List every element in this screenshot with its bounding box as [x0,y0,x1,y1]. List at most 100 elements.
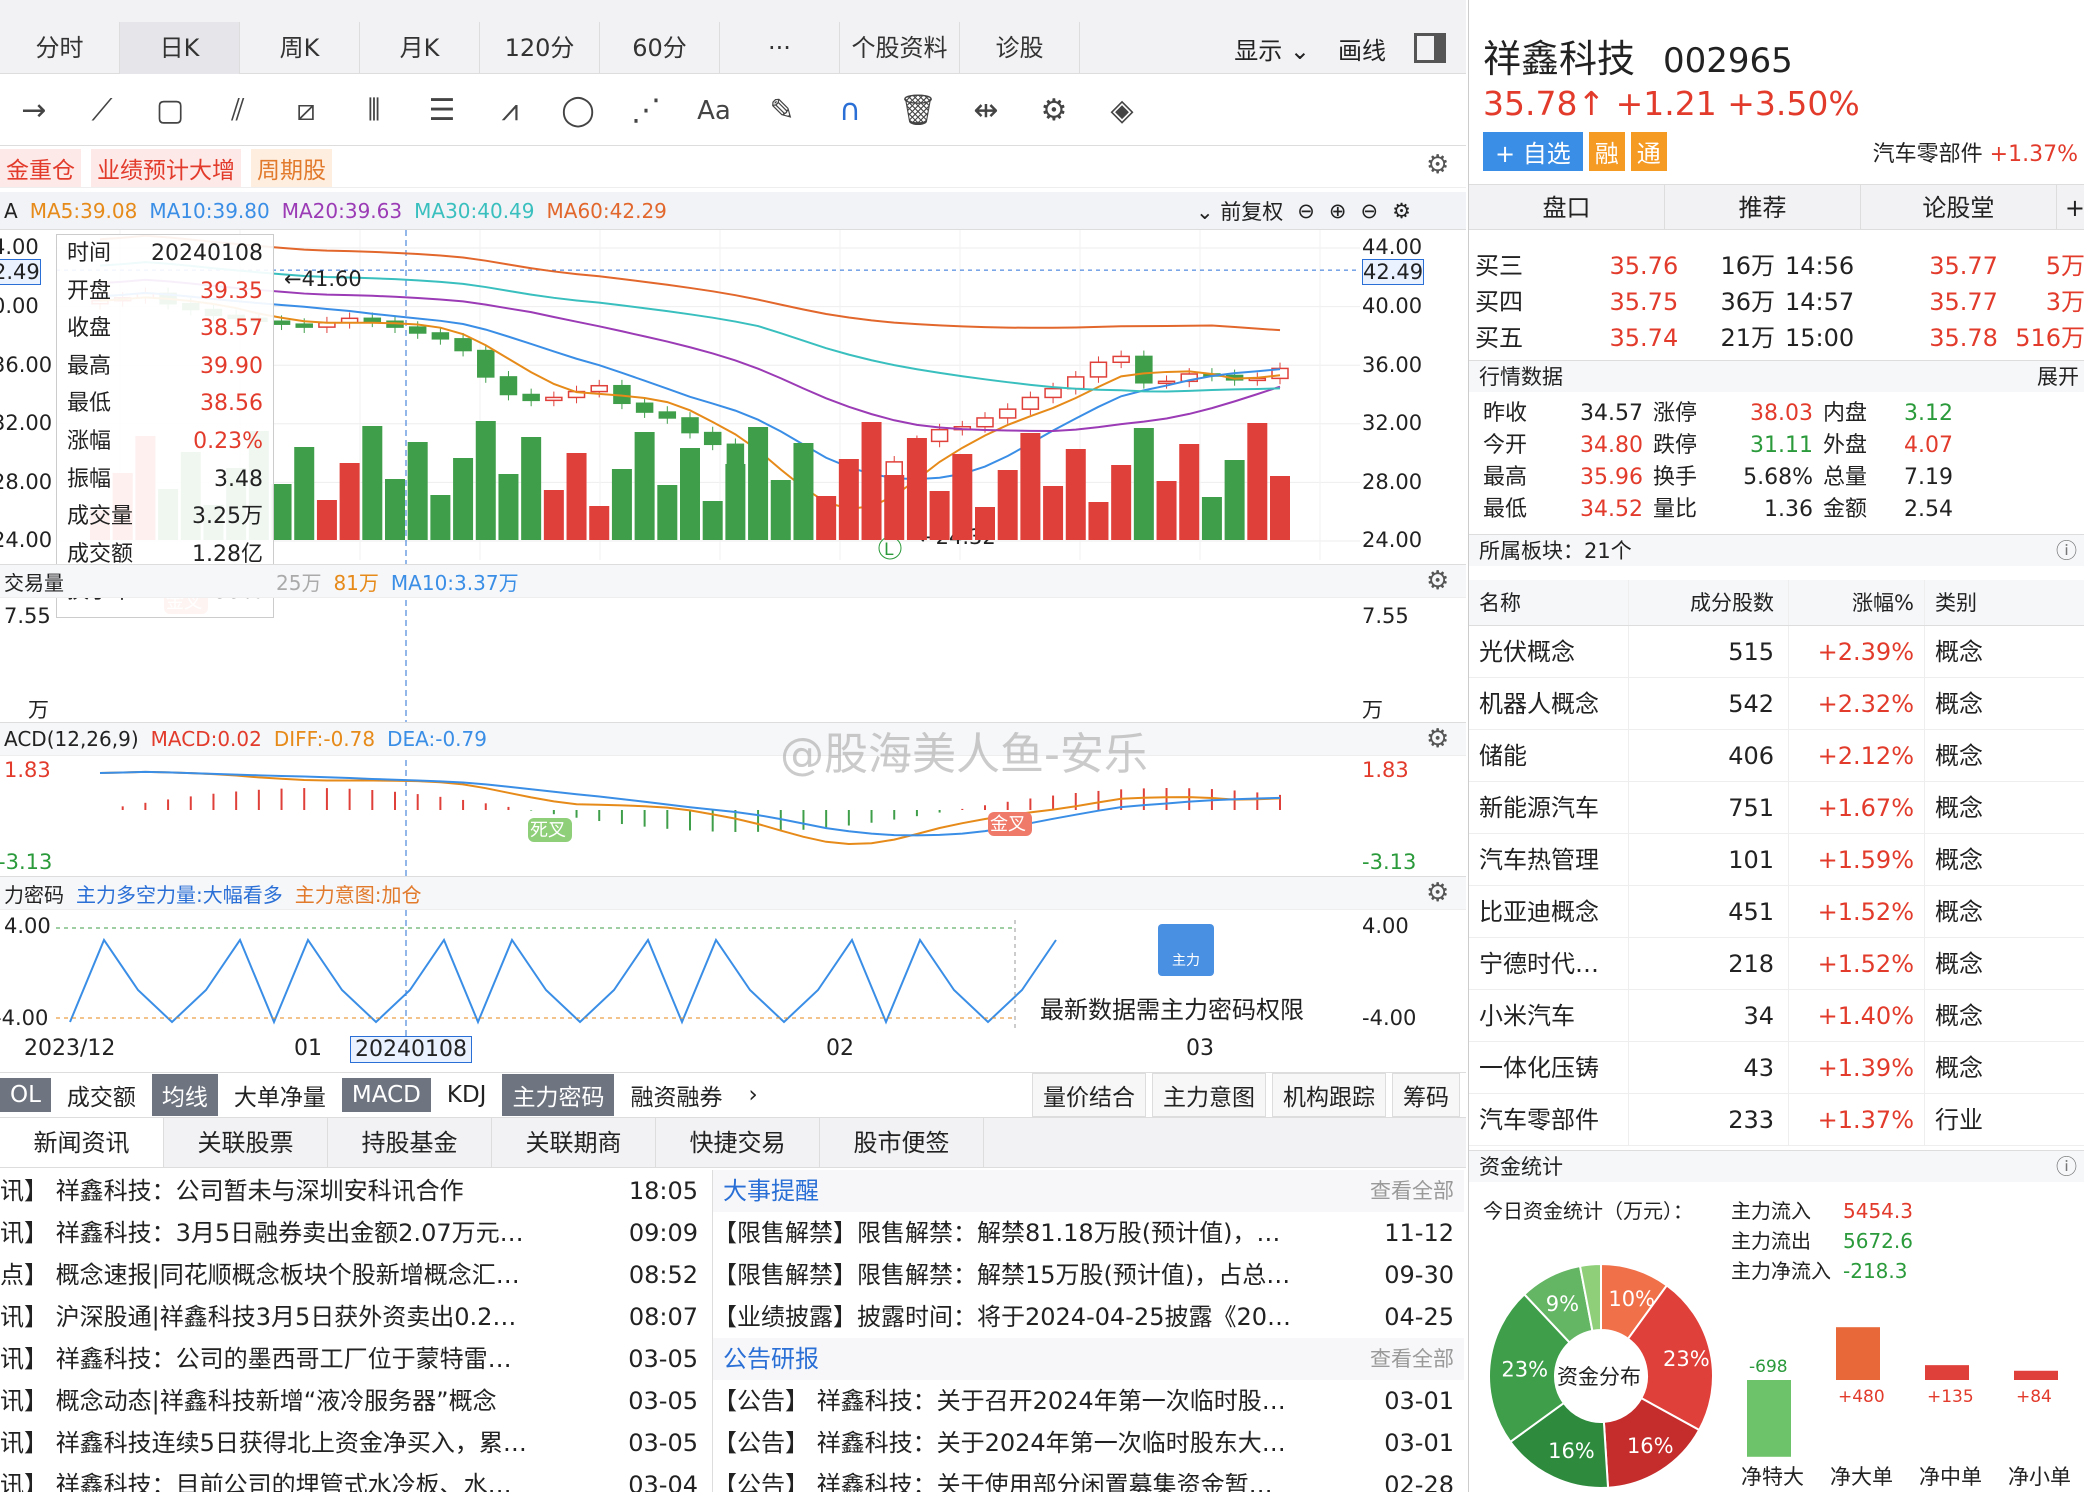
draw-button[interactable]: 画线 [1338,31,1386,66]
indicator-right-0[interactable]: 量价结合 [1032,1073,1146,1117]
tag-cyclical[interactable]: 周期股 [251,148,332,187]
expand-link[interactable]: 展开 [2037,361,2079,393]
news-tab-4[interactable]: 快捷交易 [656,1118,820,1167]
sector-row[interactable]: 储能 406 +2.12% 概念 [1469,730,2084,782]
info-icon[interactable]: ⓘ [2056,535,2077,567]
magnet-icon[interactable]: ∩ [816,81,884,141]
tag-earnings[interactable]: 业绩预计大增 [91,148,241,187]
sector-row[interactable]: 汽车零部件 233 +1.37% 行业 [1469,1094,2084,1146]
channel-tool-icon[interactable]: ⧄ [272,81,340,141]
news-item[interactable]: 讯】 沪深股通|祥鑫科技3月5日获外资卖出0.2… 08:07 [0,1296,708,1338]
eraser-icon[interactable]: ✎ [748,81,816,141]
tab-8[interactable]: 诊股 [960,22,1080,74]
event-item[interactable]: 【限售解禁】限售解禁：解禁15万股(预计值)，占总… 09-30 [713,1254,1464,1296]
indicator-3[interactable]: 大单净量 [224,1074,336,1116]
sector-row[interactable]: 机器人概念 542 +2.32% 概念 [1469,678,2084,730]
sector-row[interactable]: 宁德时代… 218 +1.52% 概念 [1469,938,2084,990]
event-item[interactable]: 【公告】 祥鑫科技：关于使用部分闲置募集资金暂… 02-28 [713,1464,1464,1492]
fib-icon[interactable]: ☰ [408,81,476,141]
gear-icon[interactable]: ⚙ [1426,150,1449,180]
view-all-link[interactable]: 查看全部 [1370,1338,1454,1380]
zoom-out-icon[interactable]: ⊖ [1297,199,1315,223]
sector-row[interactable]: 一体化压铸 43 +1.39% 概念 [1469,1042,2084,1094]
rect-tool-icon[interactable]: ▢ [136,81,204,141]
news-item[interactable]: 讯】 祥鑫科技：公司暂未与深圳安科讯合作 18:05 [0,1170,708,1212]
right-tab-2[interactable]: 论股堂 [1861,185,2057,229]
sector-row[interactable]: 比亚迪概念 451 +1.52% 概念 [1469,886,2084,938]
news-tab-3[interactable]: 关联期商 [492,1118,656,1167]
view-all-link[interactable]: 查看全部 [1370,1170,1454,1212]
gear-icon[interactable]: ⚙ [1426,878,1449,908]
sector-row[interactable]: 新能源汽车 751 +1.67% 概念 [1469,782,2084,834]
add-tab-icon[interactable]: + [2057,185,2084,229]
text-tool-icon[interactable]: Aa [680,81,748,141]
event-item[interactable]: 【公告】 祥鑫科技：关于召开2024年第一次临时股… 03-01 [713,1380,1464,1422]
minus-icon[interactable]: ⊖ [1361,199,1379,223]
tab-4[interactable]: 120分 [480,22,600,74]
tab-3[interactable]: 月K [360,22,480,74]
indicator-1[interactable]: 成交额 [57,1074,146,1116]
lock-icon[interactable]: 主力 [1158,924,1214,976]
event-item[interactable]: 【限售解禁】限售解禁：解禁81.18万股(预计值)，… 11-12 [713,1212,1464,1254]
tab-2[interactable]: 周K [240,22,360,74]
news-item[interactable]: 讯】 祥鑫科技：3月5日融券卖出金额2.07万元… 09:09 [0,1212,708,1254]
cycle-lines-icon[interactable]: ⦀ [340,81,408,141]
layers-icon[interactable]: ◈ [1088,81,1156,141]
info-icon[interactable]: ⓘ [2056,1151,2077,1183]
sector-col[interactable]: 涨幅% [1789,580,1925,625]
ellipse-icon[interactable]: ◯ [544,81,612,141]
display-menu[interactable]: 显示 ⌄ [1234,31,1310,66]
indicator-right-2[interactable]: 机构跟踪 [1272,1073,1386,1117]
news-tab-5[interactable]: 股市便签 [820,1118,984,1167]
gear-icon[interactable]: ⚙ [1392,199,1411,223]
news-item[interactable]: 讯】 祥鑫科技：公司的墨西哥工厂位于蒙特雷… 03-05 [0,1338,708,1380]
margin-badge[interactable]: 融 [1588,132,1625,171]
event-item[interactable]: 【业绩披露】披露时间：将于2024-04-25披露《20… 04-25 [713,1296,1464,1338]
tab-5[interactable]: 60分 [600,22,720,74]
news-item[interactable]: 讯】 祥鑫科技连续5日获得北上资金净买入，累… 03-05 [0,1422,708,1464]
trash-icon[interactable]: 🗑 [884,81,952,141]
sector-row[interactable]: 小米汽车 34 +1.40% 概念 [1469,990,2084,1042]
settings-icon[interactable]: ⚙ [1020,81,1088,141]
tab-7[interactable]: 个股资料 [840,22,960,74]
news-tab-2[interactable]: 持股基金 [328,1118,492,1167]
arrow-icon[interactable]: → [0,81,68,141]
indicator-6[interactable]: 主力密码 [502,1074,615,1116]
connect-badge[interactable]: 通 [1630,132,1667,171]
news-tab-1[interactable]: 关联股票 [164,1118,328,1167]
right-tab-1[interactable]: 推荐 [1665,185,1861,229]
adjust-dropdown[interactable]: ⌄ 前复权 [1196,196,1283,226]
sector-row[interactable]: 光伏概念 515 +2.39% 概念 [1469,626,2084,678]
news-tab-0[interactable]: 新闻资讯 [0,1118,164,1167]
tag-gold-holding[interactable]: 金重仓 [0,148,81,187]
event-item[interactable]: 【公告】 祥鑫科技：关于2024年第一次临时股东大… 03-01 [713,1422,1464,1464]
gear-icon[interactable]: ⚙ [1426,724,1449,754]
add-favorite-button[interactable]: + 自选 [1483,132,1583,171]
sector-row[interactable]: 汽车热管理 101 +1.59% 概念 [1469,834,2084,886]
gear-icon[interactable]: ⚙ [1426,566,1449,596]
tab-0[interactable]: 分时 [0,22,120,74]
zoom-in-icon[interactable]: ⊕ [1329,199,1347,223]
tab-6[interactable]: ··· [720,22,840,74]
indicator-7[interactable]: 融资融券 [620,1074,732,1116]
news-item[interactable]: 讯】 祥鑫科技：目前公司的埋管式水冷板、水… 03-04 [0,1464,708,1492]
split-icon[interactable]: ⇹ [952,81,1020,141]
tab-1[interactable]: 日K [120,22,240,74]
fan-tool-icon[interactable]: ⫽ [204,81,272,141]
gann-icon[interactable]: ⋰ [612,81,680,141]
indicator-0[interactable]: OL [0,1078,51,1112]
line-tool-icon[interactable]: ⟋ [68,81,136,141]
indicator-right-3[interactable]: 筹码 [1392,1073,1460,1117]
chevron-right-icon[interactable]: › [738,1078,767,1112]
volume-header: 交易量 25万 81万 MA10:3.37万 [0,564,1466,598]
indicator-4[interactable]: MACD [341,1078,431,1112]
wave-icon[interactable]: ⩘ [476,81,544,141]
layout-toggle-icon[interactable] [1414,33,1446,63]
indicator-2[interactable]: 均线 [151,1074,218,1116]
stock-sector[interactable]: 汽车零部件 +1.37% [1873,136,2078,168]
news-item[interactable]: 讯】 概念动态|祥鑫科技新增“液冷服务器”概念 03-05 [0,1380,708,1422]
indicator-5[interactable]: KDJ [437,1078,497,1112]
indicator-right-1[interactable]: 主力意图 [1152,1073,1266,1117]
news-item[interactable]: 点】 概念速报|同花顺概念板块个股新增概念汇… 08:52 [0,1254,708,1296]
right-tab-0[interactable]: 盘口 [1469,185,1665,229]
